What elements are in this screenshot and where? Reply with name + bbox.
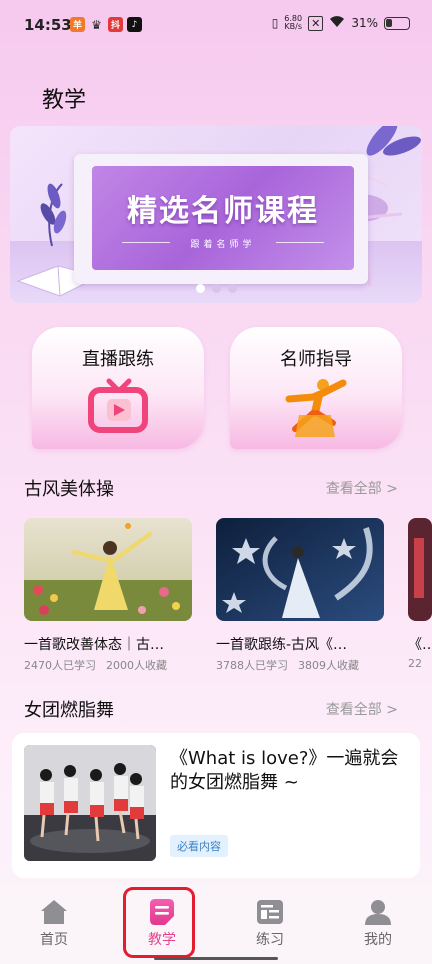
- app-notification-icon: 羊: [70, 17, 85, 32]
- banner-title-panel: 精选名师课程 跟着名师学: [92, 166, 354, 270]
- nav-label: 我的: [364, 932, 392, 948]
- crown-icon: ♛: [91, 17, 102, 32]
- home-icon: [41, 900, 67, 924]
- battery-percent: 31%: [351, 16, 378, 30]
- network-speed: 6.80 KB/s: [284, 15, 302, 31]
- practice-icon: [257, 900, 283, 924]
- promo-banner[interactable]: 精选名师课程 跟着名师学: [10, 126, 422, 303]
- course-meta: 3788人已学习 3809人收藏: [216, 657, 384, 673]
- learner-count: 2470人已学习: [24, 659, 96, 672]
- banner-divider: [276, 242, 324, 243]
- system-status: ▯ 6.80 KB/s ✕ 31%: [272, 15, 410, 31]
- pagination-dot[interactable]: [211, 284, 221, 293]
- course-name: 一首歌跟练-古风《…: [216, 637, 348, 653]
- pagination-dot[interactable]: [195, 284, 205, 293]
- sim-off-icon: ✕: [308, 15, 324, 31]
- status-time: 14:53: [24, 16, 72, 34]
- nav-label: 首页: [40, 932, 68, 948]
- nav-item-practice[interactable]: 练习: [240, 898, 300, 949]
- course-name: 一首歌改善体态｜古…: [24, 637, 164, 653]
- course-meta: 22: [408, 657, 432, 670]
- app-notification-icon: 抖: [108, 17, 123, 32]
- feature-label: 名师指导: [280, 349, 352, 370]
- tab-highlight-outline: [123, 887, 195, 958]
- feature-label: 直播跟练: [82, 349, 154, 370]
- nav-item-profile[interactable]: 我的: [348, 898, 408, 949]
- wifi-icon: [329, 15, 345, 31]
- course-card[interactable]: 一首歌跟练-古风《… 3788人已学习 3809人收藏: [216, 518, 384, 673]
- course-name: 《…: [408, 637, 432, 653]
- course-thumbnail: [216, 518, 384, 621]
- page-title: 教学: [42, 88, 87, 113]
- learner-count: 3788人已学习: [216, 659, 288, 672]
- view-all-link[interactable]: 查看全部 >: [326, 478, 398, 498]
- section-title: 女团燃脂舞: [24, 700, 114, 721]
- battery-icon: [384, 16, 410, 30]
- banner-title: 精选名师课程: [127, 194, 319, 229]
- live-tv-icon: [88, 378, 148, 433]
- must-watch-badge: 必看内容: [170, 835, 228, 857]
- view-all-link[interactable]: 查看全部 >: [326, 699, 398, 719]
- nav-item-home[interactable]: 首页: [24, 898, 84, 949]
- featured-course-card[interactable]: 《What is love?》一遍就会的女团燃脂舞 ~ 必看内容: [12, 733, 420, 878]
- pagination-dot[interactable]: [227, 284, 237, 293]
- home-indicator[interactable]: [154, 957, 278, 960]
- course-thumbnail: [24, 518, 192, 621]
- course-meta: 2470人已学习 2000人收藏: [24, 657, 192, 673]
- section-title: 古风美体操: [24, 479, 114, 500]
- status-bar: 14:53 羊 ♛ 抖 ♪ ▯ 6.80 KB/s ✕ 31%: [0, 0, 432, 52]
- favorite-count: 3809人收藏: [298, 659, 359, 672]
- course-card[interactable]: 一首歌改善体态｜古… 2470人已学习 2000人收藏: [24, 518, 192, 673]
- course-thumbnail: [24, 745, 156, 861]
- learner-count: 22: [408, 657, 422, 670]
- profile-icon: [365, 900, 391, 925]
- banner-pagination: [10, 284, 422, 293]
- live-follow-card[interactable]: 直播跟练: [32, 327, 204, 449]
- featured-course-title: 《What is love?》一遍就会的女团燃脂舞 ~: [170, 748, 399, 793]
- favorite-count: 2000人收藏: [106, 659, 167, 672]
- nav-label: 练习: [256, 932, 284, 948]
- net-speed-unit: KB/s: [284, 22, 302, 31]
- vibrate-icon: ▯: [271, 16, 279, 30]
- bottom-nav: 首页 教学 练习 我的: [0, 884, 432, 964]
- course-thumbnail: [408, 518, 432, 621]
- notification-icons: 羊 ♛ 抖 ♪: [70, 17, 142, 32]
- tiktok-icon: ♪: [127, 17, 142, 32]
- course-card[interactable]: 《… 22: [408, 518, 432, 670]
- dancer-icon: [285, 379, 347, 437]
- banner-subtitle: 跟着名师学: [190, 240, 256, 250]
- teacher-guide-card[interactable]: 名师指导: [230, 327, 402, 449]
